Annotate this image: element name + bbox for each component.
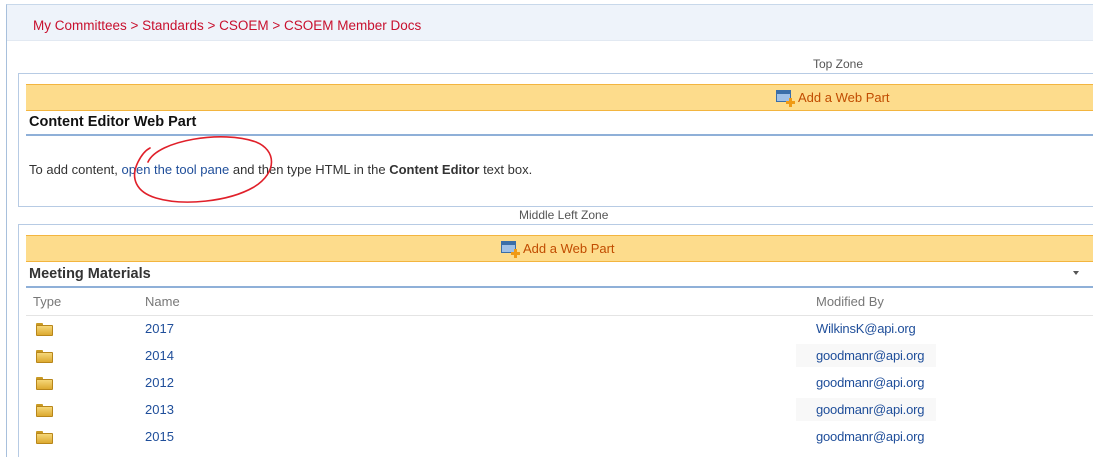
- content-editor-text-middle: and then type HTML in the: [229, 162, 390, 177]
- middle-left-zone-label: Middle Left Zone: [519, 208, 609, 222]
- modified-by-link[interactable]: goodmanr@api.org: [816, 402, 924, 417]
- modified-by-link[interactable]: goodmanr@api.org: [816, 375, 924, 390]
- meeting-materials-title: Meeting Materials: [29, 266, 151, 282]
- add-web-part-label: Add a Web Part: [798, 89, 890, 105]
- modified-by-link[interactable]: goodmanr@api.org: [816, 348, 924, 363]
- content-editor-bold: Content Editor: [389, 162, 480, 177]
- folder-icon[interactable]: [36, 350, 53, 363]
- folder-icon[interactable]: [36, 404, 53, 417]
- content-editor-text-after: text box.: [479, 162, 533, 177]
- web-part-title-rule: [26, 286, 1093, 288]
- table-row: 2013 goodmanr@api.org: [26, 397, 1093, 424]
- modified-by-link[interactable]: goodmanr@api.org: [816, 429, 924, 444]
- breadcrumb-item-standards[interactable]: Standards: [142, 18, 204, 33]
- folder-icon[interactable]: [36, 377, 53, 390]
- table-header-row: Type Name Modified By: [26, 289, 1093, 316]
- folder-name-link[interactable]: 2013: [145, 402, 174, 417]
- content-editor-title: Content Editor Web Part: [29, 114, 197, 130]
- table-row: 2015 goodmanr@api.org: [26, 424, 1093, 451]
- add-web-part-icon: [776, 89, 795, 107]
- open-tool-pane-link[interactable]: open the tool pane: [122, 162, 230, 177]
- breadcrumb-item-csoem[interactable]: CSOEM: [219, 18, 269, 33]
- breadcrumb-item-my-committees[interactable]: My Committees: [33, 18, 127, 33]
- breadcrumb-item-csoem-member-docs[interactable]: CSOEM Member Docs: [284, 18, 421, 33]
- add-web-part-icon: [501, 240, 520, 258]
- folder-name-link[interactable]: 2012: [145, 375, 174, 390]
- breadcrumb-bar: My Committees > Standards > CSOEM > CSOE…: [7, 5, 1093, 41]
- top-zone-label: Top Zone: [813, 57, 864, 71]
- breadcrumb-separator: >: [203, 18, 220, 33]
- table-row: 2014 goodmanr@api.org: [26, 343, 1093, 370]
- folder-name-link[interactable]: 2014: [145, 348, 174, 363]
- folder-icon[interactable]: [36, 431, 53, 444]
- breadcrumb-separator: >: [268, 18, 284, 33]
- folder-name-link[interactable]: 2017: [145, 321, 174, 336]
- table-row: 2012 goodmanr@api.org: [26, 370, 1093, 397]
- modified-by-link[interactable]: WilkinsK@api.org: [816, 321, 916, 336]
- add-web-part-label: Add a Web Part: [523, 240, 615, 256]
- folder-name-link[interactable]: 2015: [145, 429, 174, 444]
- content-editor-text-before: To add content,: [29, 162, 122, 177]
- column-header-type[interactable]: Type: [33, 294, 61, 309]
- column-header-name[interactable]: Name: [145, 294, 180, 309]
- folder-icon[interactable]: [36, 323, 53, 336]
- column-header-modified-by[interactable]: Modified By: [816, 294, 884, 309]
- table-row: 2017 WilkinsK@api.org: [26, 316, 1093, 343]
- web-part-title-rule: [26, 134, 1093, 136]
- top-zone-add-bar: [26, 84, 1093, 111]
- breadcrumb: My Committees > Standards > CSOEM > CSOE…: [33, 18, 421, 33]
- breadcrumb-separator: >: [126, 18, 143, 33]
- content-editor-text: To add content, open the tool pane and t…: [29, 162, 532, 177]
- web-part-menu-chevron-icon[interactable]: [1073, 271, 1079, 275]
- top-zone-add-web-part-button[interactable]: Add a Web Part: [776, 89, 890, 107]
- middle-zone-add-web-part-button[interactable]: Add a Web Part: [501, 240, 615, 258]
